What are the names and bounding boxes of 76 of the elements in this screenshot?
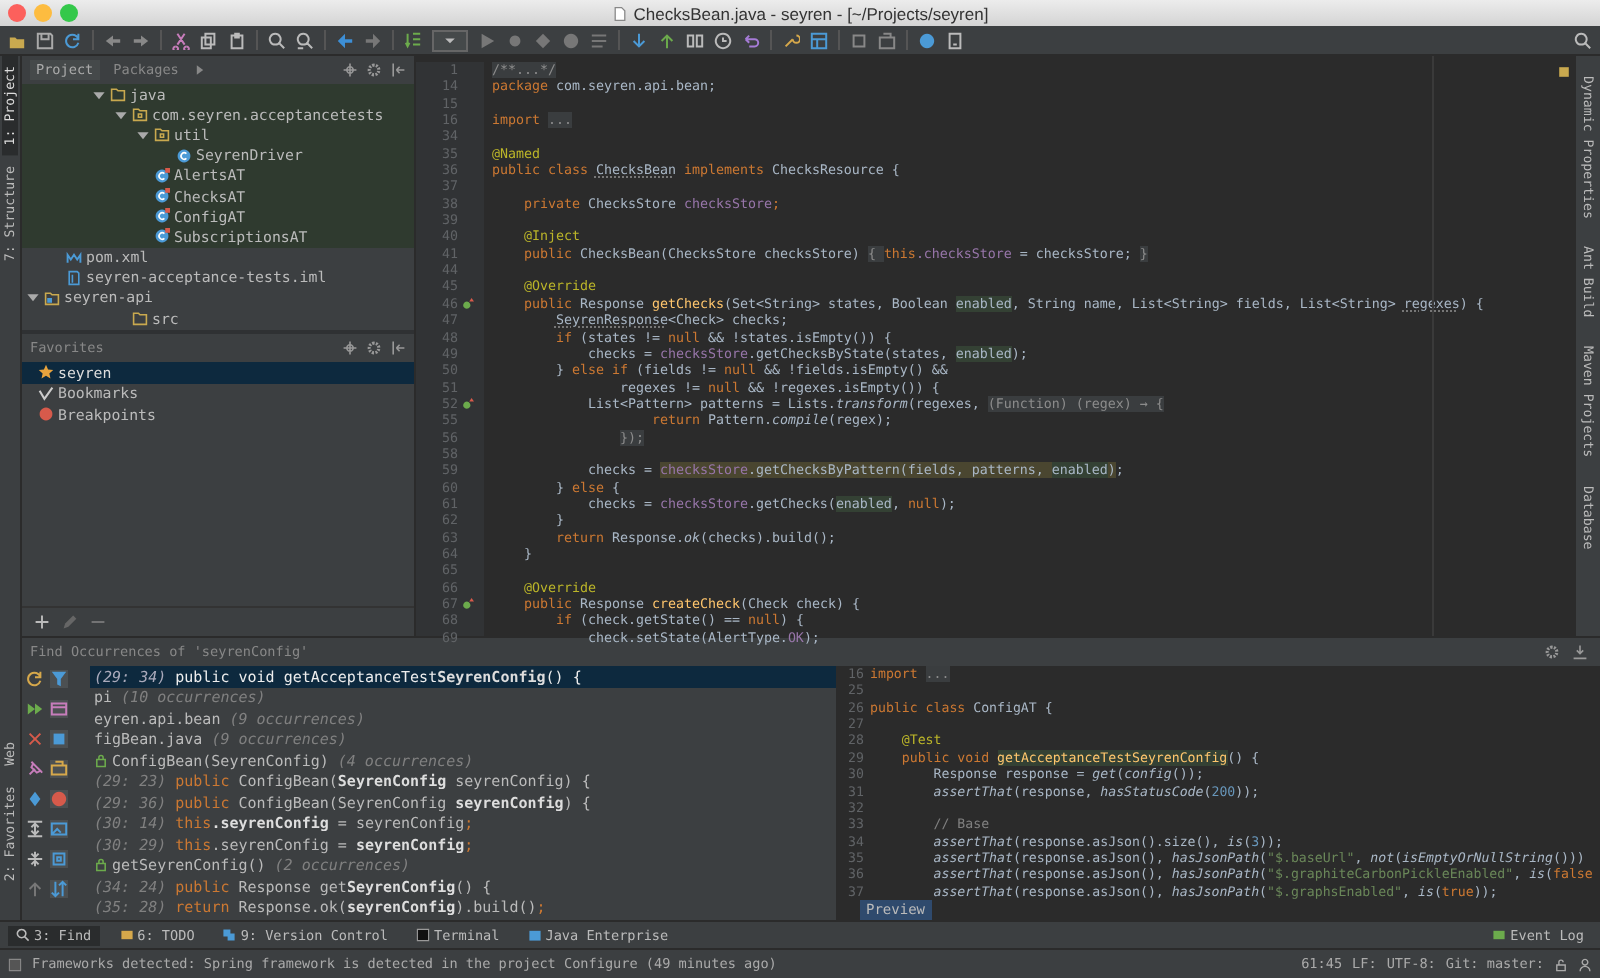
check-icon bbox=[38, 385, 54, 402]
tree-arrow-icon[interactable] bbox=[136, 127, 150, 142]
sync-icon[interactable] bbox=[64, 31, 82, 49]
class-icon bbox=[154, 167, 170, 184]
crosshair-icon[interactable] bbox=[342, 340, 358, 356]
caret-icon bbox=[442, 32, 458, 48]
terminal-icon bbox=[415, 928, 430, 942]
run-icon[interactable] bbox=[478, 31, 496, 49]
gutter-marker-icon[interactable] bbox=[462, 398, 474, 411]
window-title: ChecksBean.java - seyren - [~/Projects/seyren] bbox=[633, 3, 989, 23]
back-icon[interactable] bbox=[336, 31, 354, 49]
class-icon bbox=[154, 228, 170, 245]
gear-icon[interactable] bbox=[366, 340, 382, 356]
package-folder-icon bbox=[154, 126, 170, 143]
gutter-marker-icon[interactable] bbox=[462, 297, 474, 310]
save-icon[interactable] bbox=[36, 31, 54, 49]
gear-icon[interactable] bbox=[366, 62, 382, 78]
forward-icon[interactable] bbox=[364, 31, 382, 49]
filter-icon[interactable] bbox=[50, 670, 68, 688]
search-icon bbox=[16, 928, 30, 942]
lock-icon bbox=[94, 753, 108, 768]
tree-arrow-icon[interactable] bbox=[26, 290, 40, 305]
more-arrow-icon[interactable] bbox=[192, 62, 209, 78]
minimize-panel-icon[interactable] bbox=[1572, 644, 1588, 660]
lock-icon[interactable] bbox=[1554, 957, 1568, 971]
scissors-icon[interactable] bbox=[172, 31, 190, 49]
copy-icon[interactable] bbox=[200, 31, 218, 49]
pencil-icon[interactable] bbox=[62, 614, 78, 630]
search-replace-icon[interactable] bbox=[296, 31, 314, 49]
paste-icon[interactable] bbox=[228, 31, 246, 49]
class-icon bbox=[154, 188, 170, 205]
gear-icon[interactable] bbox=[1544, 644, 1560, 660]
hide-panel-icon[interactable] bbox=[390, 340, 406, 356]
square-icon[interactable] bbox=[8, 957, 22, 971]
next-icon[interactable] bbox=[26, 700, 44, 718]
revert-icon[interactable] bbox=[742, 31, 760, 49]
add-icon[interactable] bbox=[34, 614, 50, 630]
preview-icon[interactable] bbox=[50, 820, 68, 838]
vcs-commit-icon[interactable] bbox=[658, 31, 676, 49]
tree-arrow-icon[interactable] bbox=[114, 107, 128, 122]
group-icon[interactable] bbox=[50, 700, 68, 718]
sort-icon[interactable] bbox=[50, 880, 68, 898]
build-icon[interactable] bbox=[404, 31, 422, 49]
module-file-icon bbox=[66, 269, 82, 286]
class-icon bbox=[154, 208, 170, 225]
document-icon bbox=[611, 5, 628, 21]
vcs-update-icon[interactable] bbox=[630, 31, 648, 49]
tree-arrow-icon[interactable] bbox=[92, 87, 106, 102]
lock-icon bbox=[94, 858, 108, 873]
hide-panel-icon[interactable] bbox=[390, 62, 406, 78]
class-icon bbox=[176, 147, 192, 164]
pin-icon[interactable] bbox=[26, 760, 44, 778]
history-icon[interactable] bbox=[714, 31, 732, 49]
device-icon[interactable] bbox=[946, 31, 964, 49]
gutter-marker-icon[interactable] bbox=[462, 598, 474, 611]
squares-icon bbox=[222, 928, 237, 942]
crosshair-icon[interactable] bbox=[342, 62, 358, 78]
run-config-dropdown[interactable] bbox=[432, 29, 468, 51]
collapse-icon[interactable] bbox=[26, 850, 44, 868]
close-window-button[interactable] bbox=[8, 4, 26, 22]
rerun-icon[interactable] bbox=[26, 670, 44, 688]
structure-icon[interactable] bbox=[810, 31, 828, 49]
star-icon bbox=[38, 364, 54, 381]
redo-icon[interactable] bbox=[132, 31, 150, 49]
search-icon[interactable] bbox=[268, 31, 286, 49]
list-icon[interactable] bbox=[590, 31, 608, 49]
close-icon[interactable] bbox=[26, 730, 44, 748]
maven-file-icon bbox=[66, 249, 82, 266]
wrench-icon[interactable] bbox=[782, 31, 800, 49]
undo-icon[interactable] bbox=[104, 31, 122, 49]
diff-icon[interactable] bbox=[686, 31, 704, 49]
up-icon[interactable] bbox=[26, 880, 44, 898]
search-icon[interactable] bbox=[1574, 31, 1592, 49]
person-icon[interactable] bbox=[1578, 957, 1592, 971]
package-folder-icon bbox=[132, 106, 148, 123]
expand-icon[interactable] bbox=[26, 820, 44, 838]
